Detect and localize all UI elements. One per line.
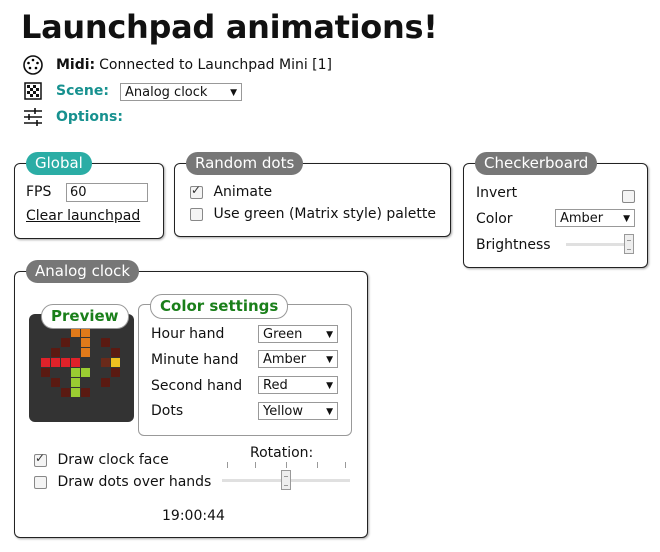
chevron-down-icon: ▼	[326, 381, 333, 391]
minute-hand-select[interactable]: Amber ▼	[258, 350, 338, 368]
checkerboard-color-select[interactable]: Amber ▼	[555, 209, 635, 227]
clock-led	[101, 358, 110, 367]
grid-icon	[22, 80, 44, 102]
clock-led	[61, 358, 70, 367]
clock-led	[81, 328, 90, 337]
hour-hand-select[interactable]: Green ▼	[258, 325, 338, 343]
draw-clock-face-row: Draw clock face	[34, 451, 169, 468]
analog-clock-tag: Analog clock	[26, 260, 140, 283]
clock-led	[51, 348, 60, 357]
clock-led	[111, 358, 120, 367]
minute-hand-value: Amber	[263, 352, 307, 367]
clock-led	[71, 368, 80, 377]
checkerboard-tag: Checkerboard	[475, 152, 598, 175]
hour-hand-label: Hour hand	[151, 326, 225, 342]
preview-screen	[29, 314, 134, 422]
page-title: Launchpad animations!	[21, 8, 438, 46]
color-label: Color	[476, 211, 513, 227]
preview-tag: Preview	[41, 304, 129, 329]
clock-led	[71, 388, 80, 397]
rotation-label: Rotation:	[250, 445, 314, 461]
animate-checkbox[interactable]	[190, 183, 203, 199]
minute-hand-label: Minute hand	[151, 352, 239, 368]
color-settings-tag: Color settings	[150, 294, 289, 319]
green-palette-row: Use green (Matrix style) palette	[190, 206, 436, 222]
scene-row: Scene:	[22, 80, 109, 102]
clock-led	[51, 358, 60, 367]
green-palette-checkbox[interactable]	[190, 207, 203, 221]
invert-checkbox[interactable]	[622, 189, 635, 203]
clock-time: 19:00:44	[162, 508, 225, 524]
clock-led	[61, 338, 70, 347]
hour-hand-value: Green	[263, 327, 303, 342]
scene-select[interactable]: Analog clock ▼	[120, 83, 242, 101]
dots-value: Yellow	[263, 404, 304, 419]
dots-select[interactable]: Yellow ▼	[258, 402, 338, 420]
global-tag: Global	[26, 152, 92, 175]
fps-input[interactable]: 60	[66, 183, 148, 202]
midi-status: Connected to Launchpad Mini [1]	[99, 57, 333, 73]
clock-led	[71, 378, 80, 387]
chevron-down-icon: ▼	[326, 355, 333, 365]
rotation-slider-thumb[interactable]	[281, 470, 291, 490]
clock-led	[61, 388, 70, 397]
chevron-down-icon: ▼	[326, 330, 333, 340]
clock-led	[81, 348, 90, 357]
draw-clock-face-checkbox[interactable]	[34, 451, 47, 467]
midi-row: Midi: Connected to Launchpad Mini [1]	[22, 54, 332, 76]
second-hand-label: Second hand	[151, 378, 243, 394]
chevron-down-icon: ▼	[230, 88, 237, 98]
clock-led	[111, 368, 120, 377]
clock-led	[111, 348, 120, 357]
midi-connector-icon	[22, 54, 44, 76]
scene-select-value: Analog clock	[125, 85, 208, 100]
sliders-icon	[22, 106, 44, 128]
clock-preview-grid	[41, 328, 120, 397]
dots-label: Dots	[151, 403, 184, 419]
draw-dots-checkbox[interactable]	[34, 475, 47, 489]
second-hand-value: Red	[263, 378, 288, 393]
draw-dots-label: Draw dots over hands	[57, 474, 212, 490]
clock-led	[81, 388, 90, 397]
options-row: Options:	[22, 106, 123, 128]
random-dots-tag: Random dots	[186, 152, 304, 175]
brightness-slider-thumb[interactable]	[624, 234, 634, 254]
clock-led	[71, 328, 80, 337]
clock-led	[101, 378, 110, 387]
animate-row: Animate	[190, 183, 273, 200]
scene-label: Scene:	[56, 83, 109, 99]
draw-dots-row: Draw dots over hands	[34, 474, 211, 490]
clock-led	[41, 368, 50, 377]
chevron-down-icon: ▼	[326, 407, 333, 417]
options-label: Options:	[56, 109, 123, 125]
green-palette-label: Use green (Matrix style) palette	[213, 206, 436, 222]
clock-led	[101, 338, 110, 347]
clear-launchpad-link[interactable]: Clear launchpad	[26, 208, 140, 224]
midi-label: Midi:	[56, 57, 96, 73]
fps-label: FPS	[26, 184, 52, 200]
chevron-down-icon: ▼	[623, 214, 630, 224]
invert-label: Invert	[476, 185, 518, 201]
checkerboard-color-value: Amber	[560, 211, 604, 226]
draw-clock-face-label: Draw clock face	[57, 452, 169, 468]
clock-led	[41, 358, 50, 367]
clock-led	[71, 358, 80, 367]
clock-led	[81, 368, 90, 377]
second-hand-select[interactable]: Red ▼	[258, 376, 338, 394]
brightness-label: Brightness	[476, 237, 551, 253]
animate-label: Animate	[213, 184, 273, 200]
clock-led	[81, 338, 90, 347]
clock-led	[51, 378, 60, 387]
